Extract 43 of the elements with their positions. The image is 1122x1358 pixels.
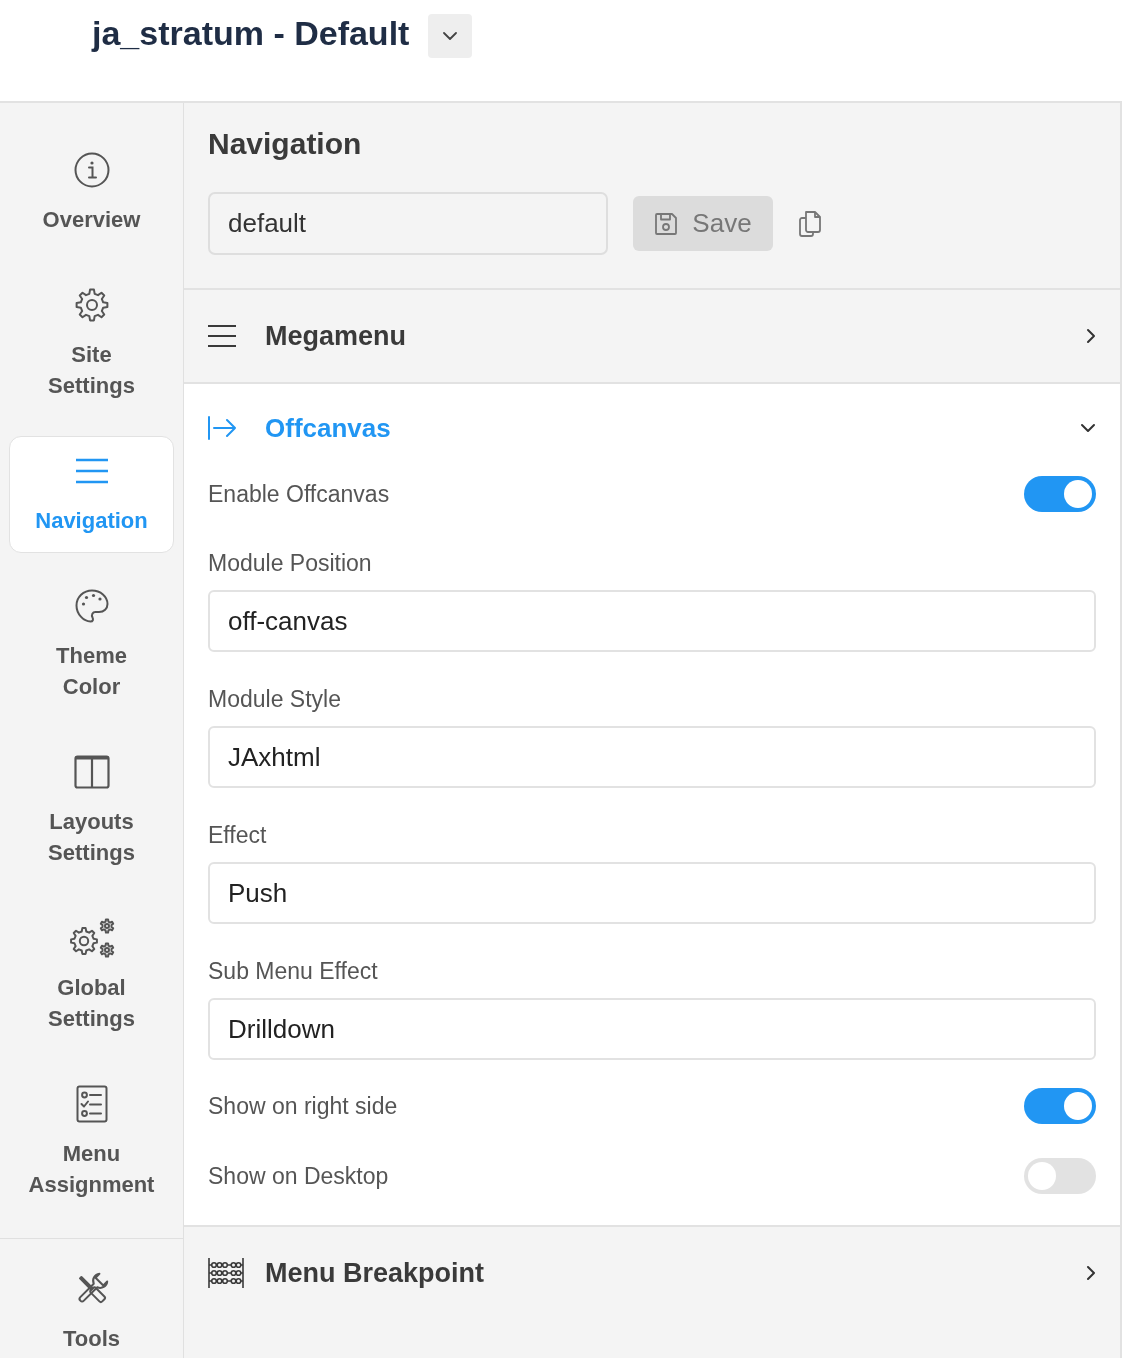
field-label: Module Position — [208, 549, 373, 577]
field-label: Effect — [208, 821, 268, 849]
text-field[interactable]: Push — [208, 862, 1096, 924]
sidebar-item[interactable]: Theme Color — [9, 571, 174, 719]
field-label: Module Style — [208, 685, 342, 713]
sidebar-item[interactable]: Overview — [9, 135, 174, 252]
chevron-right-icon — [1086, 328, 1096, 344]
panel-title: Navigation — [208, 126, 363, 162]
text-field[interactable]: off-canvas — [208, 590, 1096, 652]
setting-label: Show on Desktop — [208, 1162, 389, 1190]
dropdown-button[interactable] — [428, 14, 473, 58]
palette-icon — [73, 588, 110, 624]
sidebar-item[interactable]: Layouts Settings — [9, 737, 174, 885]
sidebar-item[interactable]: Site Settings — [9, 270, 174, 418]
setting-label: Show on right side — [208, 1092, 398, 1120]
save-icon — [654, 211, 679, 236]
info-icon — [73, 152, 110, 188]
menu-icon — [74, 458, 109, 484]
sidebar-item[interactable]: Global Settings — [9, 903, 174, 1051]
bar-arrow-icon — [208, 416, 236, 440]
chevron-right-icon — [1086, 1265, 1096, 1281]
name-field[interactable]: default — [208, 192, 608, 255]
menu-icon — [208, 325, 236, 347]
copy-icon[interactable] — [798, 209, 822, 238]
columns-icon — [73, 755, 110, 789]
sidebar-item[interactable]: Tools — [9, 1254, 174, 1358]
checklist-icon — [75, 1085, 108, 1123]
toggle-switch[interactable] — [1024, 1158, 1096, 1194]
gears-icon — [68, 918, 115, 958]
sidebar-item[interactable]: Menu Assignment — [9, 1069, 174, 1217]
settings-icon — [74, 288, 109, 322]
toggle-switch[interactable] — [1024, 476, 1096, 512]
abacus-icon — [208, 1258, 244, 1288]
template-title: ja_stratum - Default — [92, 13, 410, 54]
chevron-down-icon — [1080, 423, 1096, 433]
section-header[interactable]: Megamenu — [184, 290, 1120, 382]
toggle-switch[interactable] — [1024, 1088, 1096, 1124]
section-header[interactable]: Menu Breakpoint — [184, 1227, 1120, 1319]
setting-label: Enable Offcanvas — [208, 480, 390, 508]
text-field[interactable]: Drilldown — [208, 998, 1096, 1060]
chevron-down-icon — [443, 32, 458, 40]
text-field[interactable]: JAxhtml — [208, 726, 1096, 788]
field-label: Sub Menu Effect — [208, 957, 379, 985]
